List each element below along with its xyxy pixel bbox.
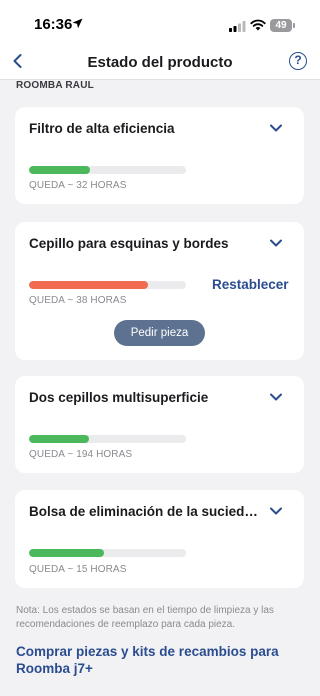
- cellular-signal-icon: [229, 21, 246, 32]
- part-name: Filtro de alta eficiencia: [29, 121, 175, 136]
- remaining-hours: QUEDA ~ 15 HORAS: [29, 564, 127, 575]
- wifi-icon: [250, 19, 266, 31]
- device-name: ROOMBA RAUL: [16, 80, 94, 91]
- life-progress-bar: [29, 166, 186, 174]
- remaining-hours: QUEDA ~ 194 HORAS: [29, 449, 133, 460]
- location-arrow-icon: [72, 18, 83, 29]
- part-card[interactable]: Dos cepillos multisuperficie QUEDA ~ 194…: [15, 376, 304, 473]
- part-card[interactable]: Cepillo para esquinas y bordes Restablec…: [15, 222, 304, 360]
- part-name: Dos cepillos multisuperficie: [29, 390, 209, 405]
- reset-button[interactable]: Restablecer: [212, 277, 289, 292]
- part-card[interactable]: Filtro de alta eficiencia QUEDA ~ 32 HOR…: [15, 107, 304, 204]
- life-progress-bar: [29, 435, 186, 443]
- nav-bar: Estado del producto ?: [0, 44, 320, 80]
- life-progress-fill: [29, 166, 91, 174]
- chevron-down-icon[interactable]: [269, 506, 283, 516]
- help-button[interactable]: ?: [289, 52, 307, 70]
- chevron-down-icon[interactable]: [269, 392, 283, 402]
- footnote: Nota: Los estados se basan en el tiempo …: [16, 605, 274, 630]
- battery-icon: 49: [270, 19, 292, 32]
- life-progress-fill: [29, 281, 149, 289]
- part-name: Bolsa de eliminación de la sucied…: [29, 504, 258, 519]
- shop-parts-link[interactable]: Comprar piezas y kits de recambios para …: [16, 643, 306, 677]
- part-name: Cepillo para esquinas y bordes: [29, 236, 229, 251]
- remaining-hours: QUEDA ~ 32 HORAS: [29, 180, 127, 191]
- battery-tip: [293, 23, 295, 28]
- status-bar: 16:36 49: [0, 0, 320, 44]
- status-time: 16:36: [34, 16, 73, 33]
- life-progress-fill: [29, 549, 105, 557]
- chevron-down-icon[interactable]: [269, 238, 283, 248]
- chevron-down-icon[interactable]: [269, 123, 283, 133]
- page-title: Estado del producto: [87, 54, 233, 71]
- remaining-hours: QUEDA ~ 38 HORAS: [29, 295, 127, 306]
- life-progress-bar: [29, 549, 186, 557]
- part-card[interactable]: Bolsa de eliminación de la sucied… QUEDA…: [15, 490, 304, 588]
- life-progress-fill: [29, 435, 89, 443]
- life-progress-bar: [29, 281, 186, 289]
- order-part-button[interactable]: Pedir pieza: [114, 320, 205, 346]
